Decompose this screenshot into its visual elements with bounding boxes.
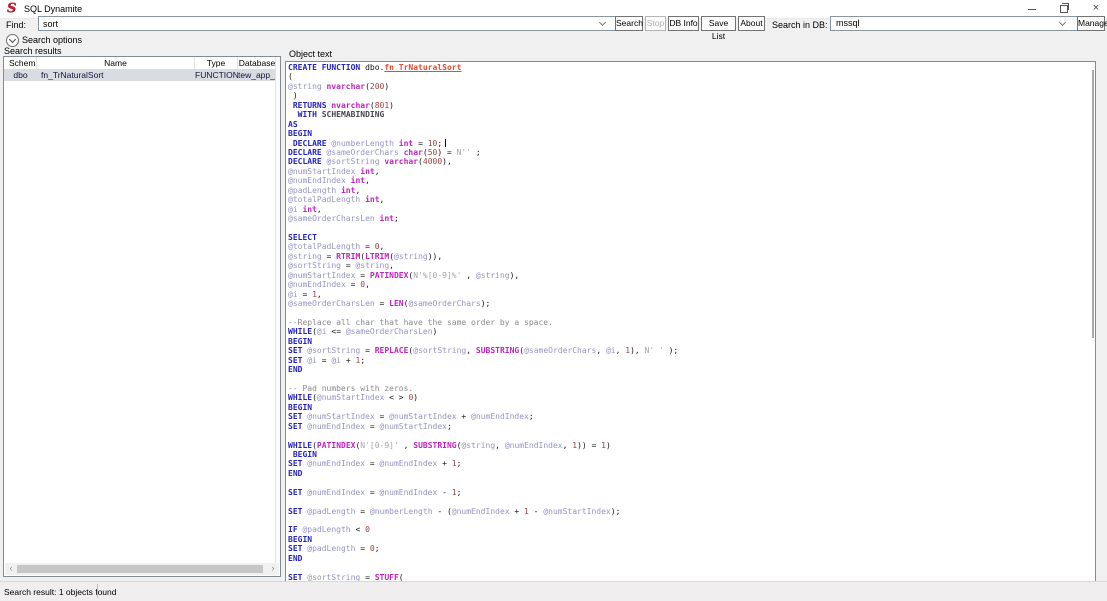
status-divider: [97, 584, 98, 598]
code-line: [288, 497, 1089, 506]
code-line: [288, 431, 1089, 440]
code-line: @padLength int,: [288, 186, 1089, 195]
code-line: ): [288, 91, 1089, 100]
code-line: @string nvarchar(200): [288, 82, 1089, 91]
status-label: Search result:: [4, 587, 56, 597]
code-line: END: [288, 554, 1089, 563]
save-list-button[interactable]: Save List: [701, 16, 736, 31]
code-line: [288, 478, 1089, 487]
app-window: { "window": { "title": "SQL Dynamite", "…: [0, 0, 1107, 600]
column-header-type[interactable]: Type: [195, 57, 238, 69]
code-line: [288, 563, 1089, 572]
code-line: WHILE(@i <= @sameOrderCharsLen): [288, 327, 1089, 336]
table-row[interactable]: dbo fn_TrNaturalSort FUNCTION tew_app_da…: [4, 69, 276, 81]
code-line: @numEndIndex = 0,: [288, 280, 1089, 289]
code-line: SET @padLength = 0;: [288, 544, 1089, 553]
cell-database: tew_app_dat: [238, 69, 276, 81]
scrollbar-thumb[interactable]: [17, 565, 263, 573]
code-line: [288, 374, 1089, 383]
code-line: END: [288, 365, 1089, 374]
code-line: @numStartIndex int,: [288, 167, 1089, 176]
code-line: DECLARE @numberLength int = 10;: [288, 139, 1089, 148]
code-line: WITH SCHEMABINDING: [288, 110, 1089, 119]
code-line: BEGIN: [288, 337, 1089, 346]
code-line: SELECT: [288, 233, 1089, 242]
app-logo-icon: S: [5, 2, 18, 15]
code-line: AS: [288, 120, 1089, 129]
code-line: DECLARE @sameOrderChars char(50) = N'' ;: [288, 148, 1089, 157]
object-text-label: Object text: [289, 49, 332, 59]
code-line: CREATE FUNCTION dbo.fn_TrNaturalSort: [288, 63, 1089, 72]
search-in-db-label: Search in DB:: [772, 20, 828, 30]
scroll-left-icon[interactable]: ‹: [5, 563, 17, 575]
db-info-button[interactable]: DB Info: [668, 16, 699, 31]
code-line: -- Pad numbers with zeros.: [288, 384, 1089, 393]
results-vertical-scrollbar[interactable]: [275, 57, 280, 563]
code-line: (: [288, 72, 1089, 81]
search-results-grid[interactable]: Schema Name Type Database dbo fn_TrNatur…: [3, 56, 281, 577]
column-header-schema[interactable]: Schema: [4, 57, 37, 69]
results-horizontal-scrollbar[interactable]: ‹ ›: [5, 563, 279, 575]
code-line: SET @numStartIndex = @numStartIndex + @n…: [288, 412, 1089, 421]
object-text-panel: CREATE FUNCTION dbo.fn_TrNaturalSort(@st…: [285, 61, 1096, 585]
code-line: [288, 516, 1089, 525]
code-line: [288, 308, 1089, 317]
code-line: @i = 1,: [288, 290, 1089, 299]
code-line: BEGIN: [288, 535, 1089, 544]
code-vertical-scrollbar[interactable]: [1092, 70, 1094, 338]
database-combobox[interactable]: mssql: [830, 16, 1079, 31]
status-bar: Search result: 1 objects found: [0, 581, 1107, 601]
code-line: WHILE(@numStartIndex < > 0): [288, 393, 1089, 402]
find-input[interactable]: [38, 16, 630, 31]
code-line: --Replace all char that have the same or…: [288, 318, 1089, 327]
minimize-icon: [1028, 9, 1036, 10]
code-line: @totalPadLength int,: [288, 195, 1089, 204]
code-line: @numEndIndex int,: [288, 176, 1089, 185]
code-line: SET @i = @i + 1;: [288, 356, 1089, 365]
code-line: SET @padLength = @numberLength - (@numEn…: [288, 507, 1089, 516]
search-button[interactable]: Search: [615, 16, 643, 31]
text-caret: [445, 139, 446, 147]
code-line: WHILE(PATINDEX(N'[0-9]' , SUBSTRING(@str…: [288, 441, 1089, 450]
code-line: BEGIN: [288, 450, 1089, 459]
about-button[interactable]: About: [738, 16, 765, 31]
find-label: Find:: [6, 20, 26, 30]
code-line: END: [288, 469, 1089, 478]
column-header-name[interactable]: Name: [37, 57, 195, 69]
window-title: SQL Dynamite: [24, 4, 82, 14]
code-line: SET @numEndIndex = @numEndIndex + 1;: [288, 459, 1089, 468]
status-value: 1 objects found: [59, 587, 117, 597]
code-line: SET @sortString = REPLACE(@sortString, S…: [288, 346, 1089, 355]
code-line: SET @numEndIndex = @numStartIndex;: [288, 422, 1089, 431]
status-text: Search result: 1 objects found: [4, 587, 116, 597]
code-line: @string = RTRIM(LTRIM(@string)),: [288, 252, 1089, 261]
code-line: @i int,: [288, 205, 1089, 214]
code-line: [288, 223, 1089, 232]
cell-schema: dbo: [4, 69, 37, 81]
code-line: IF @padLength < 0: [288, 525, 1089, 534]
search-options-label[interactable]: Search options: [22, 35, 82, 45]
cell-type: FUNCTION: [195, 69, 238, 81]
stop-button: Stop: [645, 16, 666, 31]
code-line: SET @numEndIndex = @numEndIndex - 1;: [288, 488, 1089, 497]
restore-icon: [1060, 5, 1068, 13]
database-dropdown-arrow-icon[interactable]: [1060, 20, 1066, 26]
cell-name: fn_TrNaturalSort: [37, 69, 195, 81]
code-line: @numStartIndex = PATINDEX(N'%[0-9]%' , @…: [288, 271, 1089, 280]
code-line: BEGIN: [288, 403, 1089, 412]
column-header-database[interactable]: Database: [238, 57, 276, 69]
code-line: @sortString = @string,: [288, 261, 1089, 270]
code-line: @sameOrderCharsLen = LEN(@sameOrderChars…: [288, 299, 1089, 308]
object-text-code[interactable]: CREATE FUNCTION dbo.fn_TrNaturalSort(@st…: [288, 63, 1089, 583]
manage-button[interactable]: Manage: [1077, 16, 1105, 31]
code-line: DECLARE @sortString varchar(4000),: [288, 157, 1089, 166]
search-results-label: Search results: [4, 46, 62, 56]
code-line: @totalPadLength = 0,: [288, 242, 1089, 251]
code-line: BEGIN: [288, 129, 1089, 138]
code-line: RETURNS nvarchar(801): [288, 101, 1089, 110]
find-dropdown-arrow-icon[interactable]: [600, 20, 606, 26]
code-line: @sameOrderCharsLen int;: [288, 214, 1089, 223]
scroll-right-icon[interactable]: ›: [267, 563, 279, 575]
